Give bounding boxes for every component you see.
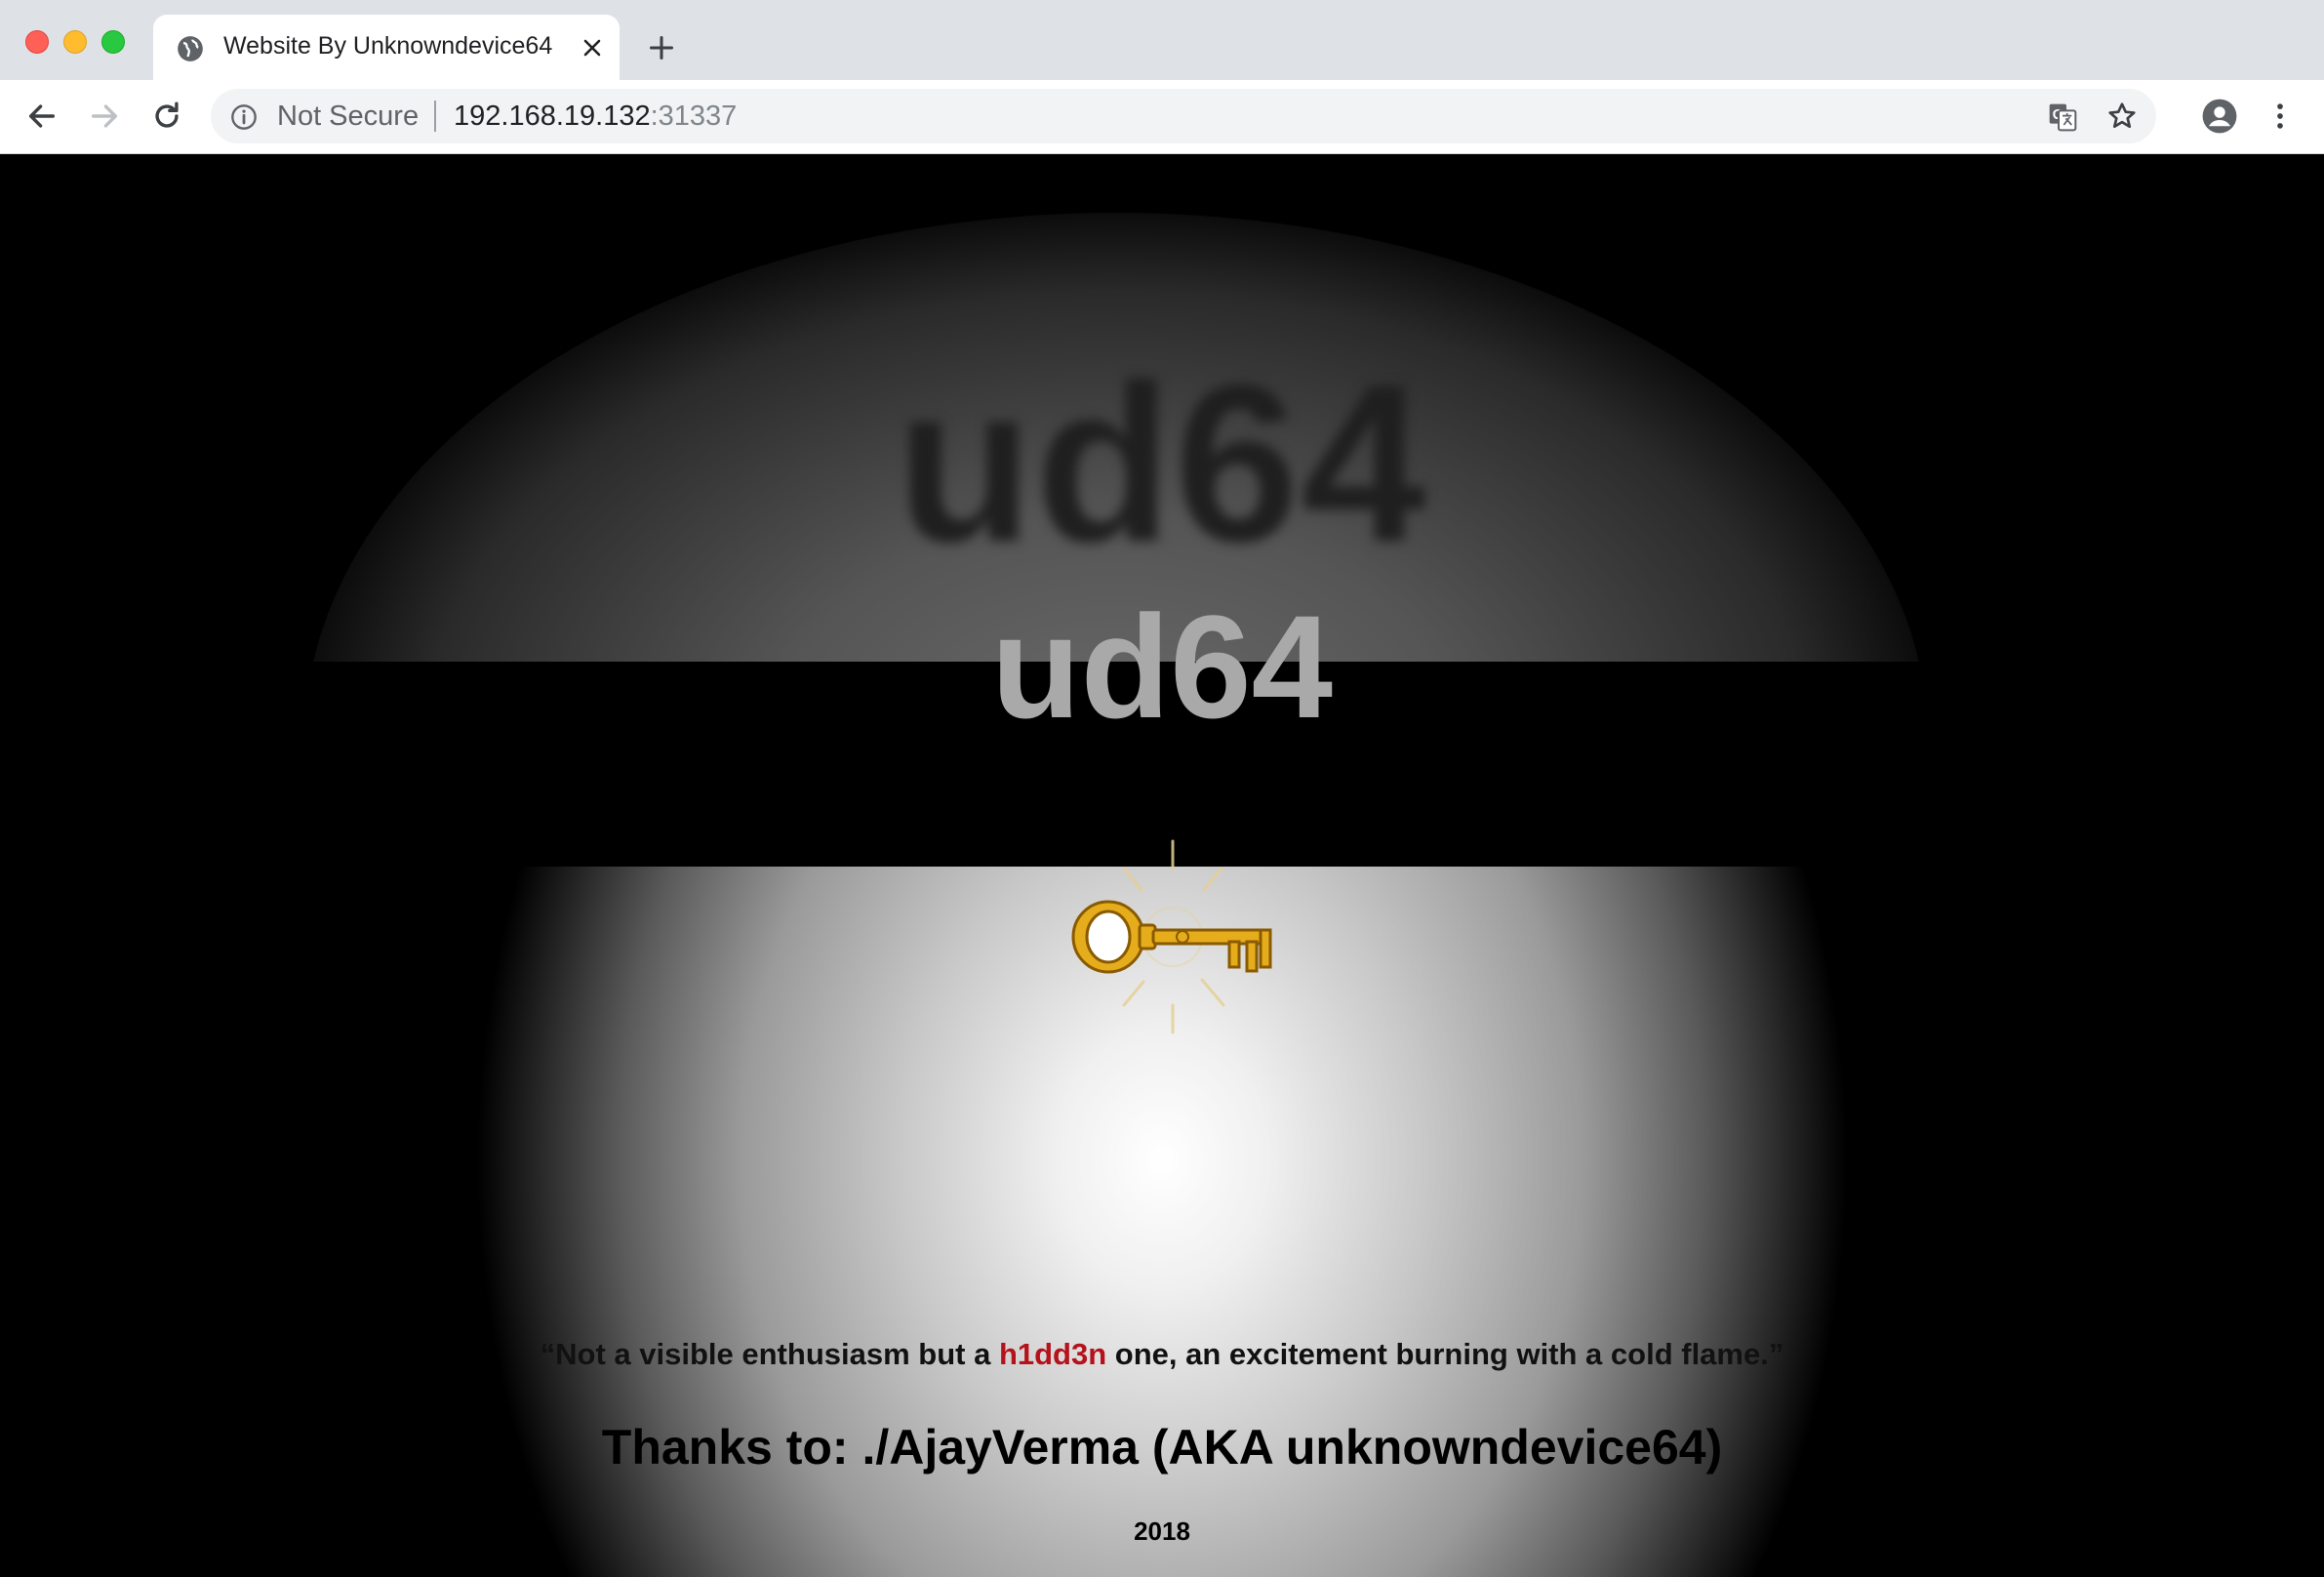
info-icon[interactable]	[230, 103, 258, 131]
zoom-window-button[interactable]	[101, 30, 125, 54]
browser-toolbar: Not Secure 192.168.19.132:31337 G	[0, 80, 2324, 154]
browser-tab[interactable]: Website By Unknowndevice64	[153, 15, 620, 80]
translate-icon[interactable]: G	[2047, 101, 2078, 133]
close-window-button[interactable]	[25, 30, 49, 54]
blurred-logo: ud64	[896, 338, 1428, 588]
site-logo: ud64	[990, 585, 1334, 748]
security-status[interactable]: Not Secure	[277, 101, 419, 133]
page-content: ud64 ud64 “Not a visible enthusiasm but …	[0, 154, 2324, 1577]
back-icon[interactable]	[25, 100, 59, 133]
address-bar[interactable]: Not Secure 192.168.19.132:31337 G	[211, 89, 2156, 143]
golden-key-icon	[1071, 839, 1272, 1034]
divider	[434, 101, 436, 132]
credits-text: Thanks to: ./AjayVerma (AKA unknowndevic…	[601, 1420, 1723, 1475]
profile-avatar-icon[interactable]	[2201, 98, 2238, 135]
forward-icon[interactable]	[88, 100, 121, 133]
menu-kebab-icon[interactable]	[2264, 100, 2297, 133]
minimize-window-button[interactable]	[63, 30, 87, 54]
url-text[interactable]: 192.168.19.132:31337	[454, 101, 737, 133]
bookmark-star-icon[interactable]	[2106, 101, 2138, 132]
close-tab-icon[interactable]	[581, 36, 604, 60]
tab-title: Website By Unknowndevice64	[223, 32, 553, 60]
globe-icon	[178, 36, 203, 61]
hidden-word: h1dd3n	[998, 1337, 1107, 1371]
year-text: 2018	[1134, 1516, 1190, 1546]
new-tab-icon[interactable]	[648, 34, 675, 61]
quote-text: “Not a visible enthusiasm but a h1dd3n o…	[540, 1337, 1784, 1371]
reload-icon[interactable]	[150, 100, 183, 133]
tab-strip: Website By Unknowndevice64	[0, 0, 2324, 80]
